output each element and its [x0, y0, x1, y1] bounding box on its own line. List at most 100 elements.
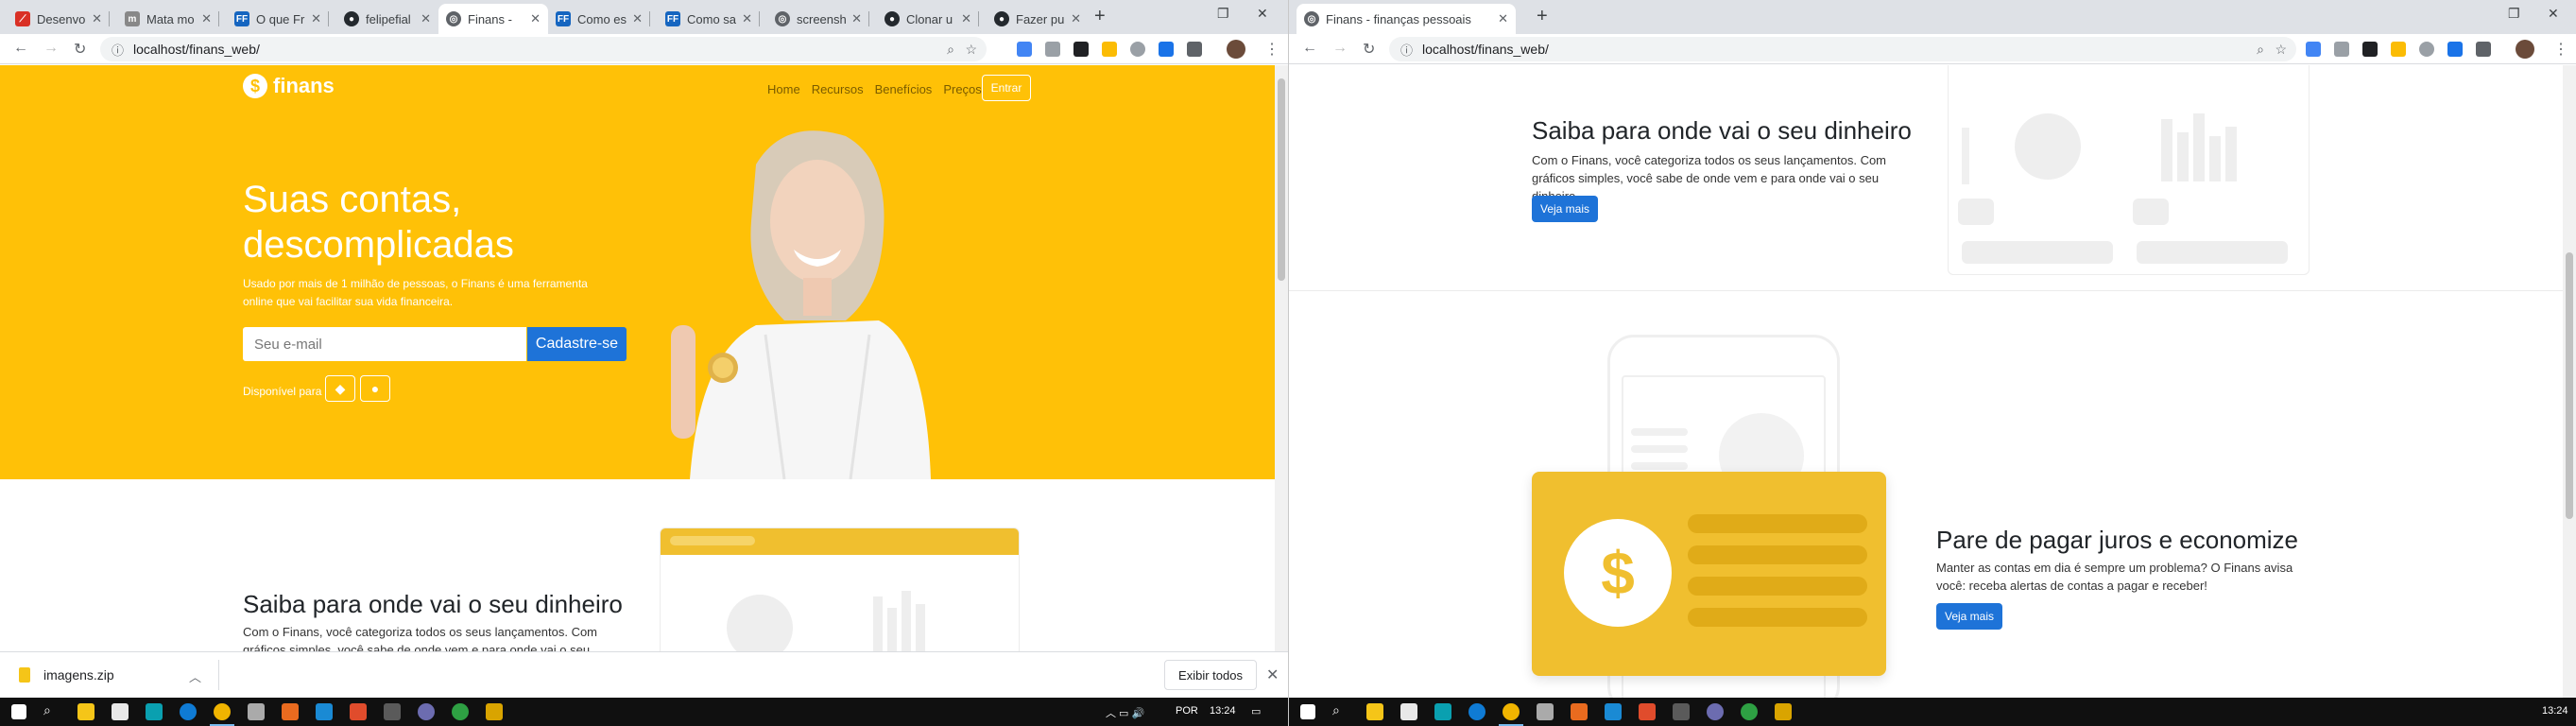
search-icon[interactable]: ⌕ — [2257, 42, 2264, 58]
app-icon[interactable] — [384, 703, 401, 720]
search-icon[interactable]: ⌕ — [1332, 702, 1340, 718]
vscode-icon[interactable] — [1605, 703, 1622, 720]
windows-start-icon[interactable] — [1300, 704, 1315, 719]
close-icon[interactable]: ✕ — [1071, 11, 1081, 26]
search-icon[interactable]: ⌕ — [43, 702, 51, 718]
app-icon[interactable] — [418, 703, 435, 720]
app-icon[interactable] — [1571, 703, 1588, 720]
tray-icons[interactable]: ︿ ▭ 🔊 — [1106, 705, 1144, 720]
chevron-up-icon[interactable]: ︿ — [189, 667, 201, 685]
close-icon[interactable]: ✕ — [92, 11, 102, 26]
new-tab-icon[interactable]: + — [1094, 6, 1106, 27]
translate-icon[interactable] — [1017, 42, 1032, 57]
nav-home[interactable]: Home — [767, 82, 800, 96]
tab-10[interactable]: ● Fazer pu ✕ — [987, 4, 1089, 34]
bookmark-star-icon[interactable]: ☆ — [2275, 42, 2287, 58]
close-icon[interactable]: ✕ — [1498, 11, 1508, 26]
extension-icon[interactable] — [2419, 42, 2434, 57]
chrome-icon[interactable] — [1503, 703, 1520, 720]
vertical-scrollbar[interactable] — [2563, 65, 2576, 698]
spotify-icon[interactable] — [1741, 703, 1758, 720]
app-icon[interactable] — [350, 703, 367, 720]
terminal-icon[interactable] — [248, 703, 265, 720]
close-icon[interactable]: ✕ — [421, 11, 431, 26]
login-button[interactable]: Entrar — [982, 75, 1031, 101]
app-icon[interactable] — [1775, 703, 1792, 720]
close-window-icon[interactable]: ✕ — [2548, 6, 2559, 22]
restore-icon[interactable]: ❐ — [2508, 6, 2520, 22]
close-downloads-icon[interactable]: ✕ — [1266, 666, 1279, 684]
edge-icon[interactable] — [1468, 703, 1485, 720]
tab-4[interactable]: ● felipefial ✕ — [336, 4, 438, 34]
reload-icon[interactable]: ↻ — [74, 40, 86, 59]
extension-icon[interactable] — [1102, 42, 1117, 57]
nav-recursos[interactable]: Recursos — [812, 82, 864, 96]
avatar[interactable] — [2516, 40, 2534, 59]
app-icon[interactable] — [1434, 703, 1451, 720]
tab-6[interactable]: FF Como es ✕ — [548, 4, 650, 34]
close-icon[interactable]: ✕ — [961, 11, 971, 26]
brand-logo[interactable]: $ finans — [243, 74, 335, 98]
app-icon[interactable] — [282, 703, 299, 720]
download-item[interactable]: imagens.zip — [19, 667, 114, 683]
back-icon[interactable]: ← — [1302, 40, 1317, 57]
puzzle-icon[interactable] — [2476, 42, 2491, 57]
app-icon[interactable] — [1639, 703, 1656, 720]
reload-icon[interactable]: ↻ — [1363, 40, 1375, 59]
clock[interactable]: 13:24 — [1210, 705, 1236, 717]
menu-icon[interactable]: ⋮ — [1264, 40, 1279, 59]
spotify-icon[interactable] — [452, 703, 469, 720]
store-icon[interactable] — [1400, 703, 1417, 720]
app-icon[interactable] — [1707, 703, 1724, 720]
app-icon[interactable] — [486, 703, 503, 720]
vscode-icon[interactable] — [316, 703, 333, 720]
search-icon[interactable]: ⌕ — [947, 42, 954, 58]
notification-icon[interactable]: ▭ — [1251, 705, 1261, 717]
tab-5-active[interactable]: ◎ Finans - ✕ — [438, 4, 548, 34]
edge-icon[interactable] — [180, 703, 197, 720]
extension-icon[interactable] — [1130, 42, 1145, 57]
apple-store-button[interactable]: ● — [360, 375, 390, 402]
shield-icon[interactable] — [1045, 42, 1060, 57]
email-input[interactable] — [243, 327, 526, 361]
avatar[interactable] — [1227, 40, 1245, 59]
puzzle-icon[interactable] — [1187, 42, 1202, 57]
file-explorer-icon[interactable] — [1366, 703, 1383, 720]
store-icon[interactable] — [112, 703, 129, 720]
extension-icon[interactable] — [2362, 42, 2378, 57]
app-icon[interactable] — [1673, 703, 1690, 720]
address-bar[interactable]: ⓘ localhost/finans_web/ ⌕ ☆ — [1389, 37, 2296, 61]
nav-precos[interactable]: Preços — [943, 82, 981, 96]
tab-7[interactable]: FF Como sa ✕ — [658, 4, 760, 34]
forward-icon[interactable]: → — [43, 40, 59, 57]
terminal-icon[interactable] — [1537, 703, 1554, 720]
new-tab-icon[interactable]: + — [1537, 6, 1548, 27]
clock[interactable]: 13:24 — [2542, 705, 2568, 717]
close-icon[interactable]: ✕ — [851, 11, 862, 26]
close-icon[interactable]: ✕ — [311, 11, 321, 26]
close-icon[interactable]: ✕ — [201, 11, 212, 26]
shield-icon[interactable] — [2334, 42, 2349, 57]
tab-3[interactable]: FF O que Fr ✕ — [227, 4, 329, 34]
tab-8[interactable]: ◎ screensh ✕ — [767, 4, 869, 34]
show-all-downloads-button[interactable]: Exibir todos — [1164, 660, 1257, 690]
restore-icon[interactable]: ❐ — [1217, 6, 1229, 22]
file-explorer-icon[interactable] — [77, 703, 94, 720]
close-icon[interactable]: ✕ — [742, 11, 752, 26]
menu-icon[interactable]: ⋮ — [2553, 40, 2568, 59]
veja-mais-button-1[interactable]: Veja mais — [1532, 196, 1598, 222]
veja-mais-button-2[interactable]: Veja mais — [1936, 603, 2002, 630]
translate-icon[interactable] — [2306, 42, 2321, 57]
vertical-scrollbar[interactable] — [1275, 65, 1288, 651]
close-icon[interactable]: ✕ — [530, 11, 541, 26]
tab-9[interactable]: ● Clonar u ✕ — [877, 4, 979, 34]
bookmark-star-icon[interactable]: ☆ — [965, 42, 977, 58]
tab-2[interactable]: m Mata mo ✕ — [117, 4, 219, 34]
forward-icon[interactable]: → — [1332, 40, 1348, 57]
extension-icon[interactable] — [2391, 42, 2406, 57]
signup-button[interactable]: Cadastre-se — [527, 327, 627, 361]
tab-1[interactable]: ⟋Desenvolv✕ — [8, 4, 110, 34]
close-icon[interactable]: ✕ — [632, 11, 643, 26]
extension-icon[interactable] — [1159, 42, 1174, 57]
back-icon[interactable]: ← — [13, 40, 28, 57]
